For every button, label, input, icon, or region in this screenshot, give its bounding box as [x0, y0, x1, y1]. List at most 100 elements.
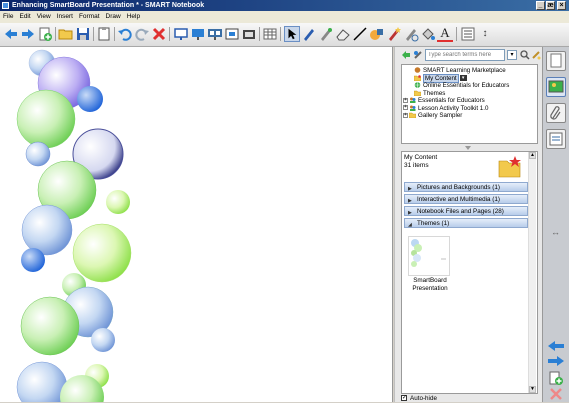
people-icon	[410, 105, 416, 111]
forward-arrow-icon[interactable]	[20, 26, 36, 42]
side-tab-bar: ↔	[542, 47, 569, 402]
scroll-down-icon[interactable]: ▼	[529, 386, 536, 393]
tree-item-themes[interactable]: Themes	[402, 90, 537, 98]
save-icon[interactable]	[75, 26, 91, 42]
shapes-icon[interactable]	[369, 26, 385, 42]
add-page-icon[interactable]	[37, 26, 53, 42]
toolbar-separator	[456, 27, 457, 41]
menu-help[interactable]: Help	[124, 11, 143, 23]
close-button[interactable]: ×	[557, 1, 566, 10]
chevron-down-icon[interactable]: ▾	[459, 74, 467, 81]
gallery-options-icon[interactable]	[531, 50, 541, 60]
people-icon	[410, 97, 416, 104]
previous-page-icon[interactable]	[547, 340, 565, 352]
properties-tab[interactable]	[546, 129, 566, 149]
menu-file[interactable]: File	[0, 11, 16, 23]
next-page-icon[interactable]	[547, 355, 565, 367]
shape-recognition-icon[interactable]	[403, 26, 419, 42]
folder-icon	[414, 75, 421, 81]
paste-icon[interactable]	[96, 26, 112, 42]
expand-arrow-icon: ▶	[408, 198, 412, 204]
toolbar-separator	[169, 27, 170, 41]
fill-icon[interactable]	[420, 26, 436, 42]
thumbnail-preview	[411, 239, 446, 267]
expand-icon[interactable]: +	[403, 105, 408, 111]
tree-item-my-content[interactable]: My Content ▾	[402, 73, 537, 83]
marketplace-icon	[414, 67, 421, 74]
content-header: My Content 31 items	[404, 154, 522, 180]
back-arrow-icon[interactable]	[3, 26, 19, 42]
toolbar-separator	[93, 27, 94, 41]
creative-pen-icon[interactable]	[318, 26, 334, 42]
open-folder-icon[interactable]	[58, 26, 74, 42]
more-tools-icon[interactable]: ↕	[477, 26, 493, 42]
category-interactive[interactable]: ▶ Interactive and Multimedia (1)	[404, 194, 528, 204]
collapse-sidebar-icon[interactable]: ↔	[551, 227, 560, 237]
page-canvas[interactable]	[0, 47, 393, 402]
eraser-icon[interactable]	[335, 26, 351, 42]
menu-edit[interactable]: Edit	[16, 11, 33, 23]
tree-item-gallery-sampler[interactable]: + Gallery Sampler	[402, 112, 537, 120]
page-sorter-icon	[550, 53, 562, 68]
minimize-button[interactable]: _	[536, 1, 545, 10]
auto-hide-label: Auto-hide	[410, 395, 437, 402]
delete-page-icon[interactable]	[549, 388, 563, 400]
menu-view[interactable]: View	[34, 11, 54, 23]
select-arrow-icon[interactable]	[284, 26, 300, 42]
category-label: Themes (1)	[417, 220, 450, 227]
page-sorter-tab[interactable]	[546, 51, 566, 71]
expand-icon[interactable]: +	[403, 97, 408, 103]
expand-arrow-icon: ▶	[408, 210, 412, 216]
bubble	[91, 328, 115, 352]
gallery-back-icon[interactable]	[401, 50, 411, 60]
expand-icon[interactable]: +	[403, 112, 408, 118]
tree-item-essentials[interactable]: + Essentials for Educators	[402, 97, 537, 105]
undo-icon[interactable]	[117, 26, 133, 42]
menu-insert[interactable]: Insert	[54, 11, 76, 23]
vertical-scrollbar[interactable]: ▲ ▼	[528, 152, 536, 393]
magic-pen-icon[interactable]	[386, 26, 402, 42]
bubble	[21, 248, 45, 272]
tree-item-label: SMART Learning Marketplace	[423, 67, 506, 74]
app-icon	[2, 2, 9, 9]
dual-page-icon[interactable]	[207, 26, 223, 42]
gallery-tools-icon[interactable]	[413, 50, 423, 60]
line-icon[interactable]	[352, 26, 368, 42]
text-tool-icon[interactable]: A	[437, 26, 453, 42]
delete-icon[interactable]	[151, 26, 167, 42]
auto-hide-checkbox[interactable]: ✓	[401, 395, 407, 402]
table-icon[interactable]	[262, 26, 278, 42]
theme-thumbnail[interactable]	[408, 236, 450, 276]
properties-icon[interactable]	[460, 26, 476, 42]
screen-capture-icon[interactable]	[224, 26, 240, 42]
tree-item-label: Gallery Sampler	[418, 112, 463, 119]
category-themes[interactable]: ◢ Themes (1)	[404, 218, 528, 228]
document-camera-icon[interactable]	[241, 26, 257, 42]
bubble	[72, 223, 132, 283]
category-notebook-files[interactable]: ▶ Notebook Files and Pages (28)	[404, 206, 528, 216]
gallery-tab[interactable]	[546, 77, 566, 97]
scroll-up-icon[interactable]: ▲	[529, 152, 536, 159]
menu-draw[interactable]: Draw	[103, 11, 124, 23]
pen-icon[interactable]	[301, 26, 317, 42]
attachments-tab[interactable]	[546, 103, 566, 123]
tree-item-online-essentials[interactable]: Online Essentials for Educators	[402, 82, 537, 90]
my-content-folder-icon	[498, 156, 521, 178]
menu-bar: File Edit View Insert Format Draw Help	[0, 11, 569, 23]
category-pictures[interactable]: ▶ Pictures and Backgrounds (1)	[404, 182, 528, 192]
toolbar-separator	[55, 27, 56, 41]
restore-button[interactable]: æ	[546, 1, 555, 10]
redo-icon[interactable]	[134, 26, 150, 42]
gallery-search-input[interactable]	[425, 49, 505, 61]
tree-item-label: Online Essentials for Educators	[423, 82, 510, 89]
search-icon[interactable]	[520, 50, 530, 60]
thumbnail-label-line: SmartBoard	[413, 277, 447, 284]
menu-format[interactable]: Format	[76, 11, 103, 23]
add-page-icon[interactable]	[548, 371, 564, 385]
full-screen-icon[interactable]	[190, 26, 206, 42]
search-dropdown-icon[interactable]: ▾	[507, 50, 517, 60]
toolbar-separator	[280, 27, 281, 41]
screen-shade-icon[interactable]	[173, 26, 189, 42]
bubble	[21, 204, 73, 256]
tree-item-lesson-toolkit[interactable]: + Lesson Activity Toolkit 1.0	[402, 105, 537, 113]
